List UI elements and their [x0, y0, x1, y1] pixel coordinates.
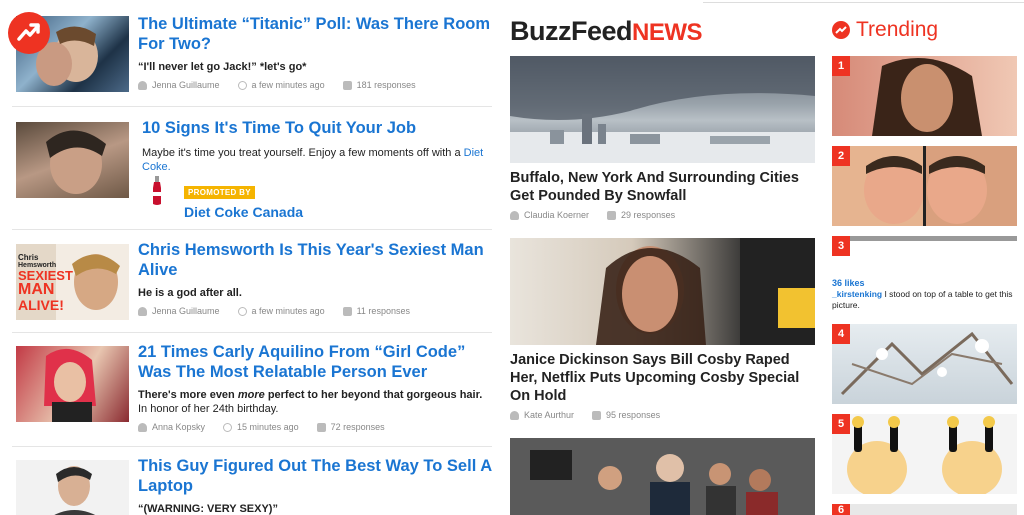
logo-text: BuzzFeed — [510, 16, 633, 46]
story-image[interactable] — [510, 438, 815, 515]
user-icon — [510, 210, 519, 220]
clock-icon — [237, 306, 247, 316]
cover-text: Chris — [18, 253, 39, 262]
promoted-badge: PROMOTED BY — [184, 186, 255, 199]
story-title[interactable]: Janice Dickinson Says Bill Cosby Raped H… — [510, 351, 815, 405]
article-meta: Jenna Guillaume a few minutes ago 11 res… — [138, 306, 492, 316]
article-meta: Jenna Guillaume a few minutes ago 181 re… — [138, 80, 492, 90]
trending-item[interactable]: 6 — [832, 504, 1017, 515]
logo-text-news: NEWS — [632, 19, 703, 46]
author-name[interactable]: Jenna Guillaume — [152, 306, 220, 316]
story-meta: Kate Aurthur 95 responses — [510, 410, 815, 420]
user-icon — [138, 80, 147, 90]
trending-rank: 3 — [832, 236, 850, 256]
trending-header[interactable]: Trending — [832, 18, 938, 42]
divider — [12, 332, 492, 333]
trending-sidebar: Trending 1 2 3 36 likes _kirstenking I s… — [832, 0, 1024, 515]
user-icon — [138, 422, 147, 432]
article-description-emphasis: more — [237, 389, 265, 401]
trending-item[interactable]: 1 — [832, 56, 1017, 136]
trending-rank: 6 — [832, 504, 850, 515]
story-image[interactable] — [510, 56, 815, 163]
response-count[interactable]: 29 responses — [621, 210, 675, 220]
author-name[interactable]: Claudia Koerner — [524, 210, 589, 220]
article-title[interactable]: The Ultimate “Titanic” Poll: Was There R… — [138, 14, 492, 54]
article-description: In honor of her 24th birthday. — [138, 403, 279, 415]
diet-coke-bottle-icon — [153, 176, 161, 205]
instagram-embed[interactable]: 36 likes _kirstenking I stood on top of … — [832, 278, 1024, 311]
news-story[interactable]: Janice Dickinson Says Bill Cosby Raped H… — [510, 238, 815, 420]
cover-text: ALIVE! — [18, 297, 64, 313]
response-count[interactable]: 181 responses — [357, 80, 416, 90]
trending-title: Trending — [856, 18, 939, 41]
divider — [12, 229, 492, 230]
article-title[interactable]: 10 Signs It's Time To Quit Your Job — [142, 118, 492, 138]
article-thumbnail[interactable] — [16, 122, 129, 198]
list-item[interactable]: This Guy Figured Out The Best Way To Sel… — [12, 456, 492, 515]
trending-item[interactable]: 4 — [832, 324, 1017, 404]
trending-rank: 5 — [832, 414, 850, 434]
trending-rank: 1 — [832, 56, 850, 76]
news-column: BuzzFeedNEWS Buffalo, New York And Surro… — [510, 0, 815, 515]
comment-icon — [342, 80, 352, 90]
list-item[interactable]: Chris Hemsworth SEXIEST MAN ALIVE! Chris… — [12, 240, 492, 325]
story-title[interactable]: Buffalo, New York And Surrounding Cities… — [510, 169, 815, 205]
article-description: “I'll never let go Jack!” *let's go* — [138, 61, 307, 73]
cover-text: MAN — [18, 281, 55, 298]
comment-icon — [342, 306, 352, 316]
author-name[interactable]: Kate Aurthur — [524, 410, 574, 420]
article-description: He is a god after all. — [138, 287, 242, 299]
list-item[interactable]: 10 Signs It's Time To Quit Your Job Mayb… — [12, 118, 492, 224]
article-title[interactable]: Chris Hemsworth Is This Year's Sexiest M… — [138, 240, 492, 280]
article-thumbnail[interactable] — [16, 346, 129, 422]
clock-icon — [223, 422, 233, 432]
news-story[interactable] — [510, 438, 815, 515]
timestamp: a few minutes ago — [251, 306, 325, 316]
comment-icon — [592, 410, 602, 420]
user-icon — [138, 306, 147, 316]
user-icon — [510, 410, 519, 420]
list-item[interactable]: 21 Times Carly Aquilino From “Girl Code”… — [12, 342, 492, 442]
response-count[interactable]: 72 responses — [331, 422, 385, 432]
author-name[interactable]: Jenna Guillaume — [152, 80, 220, 90]
trending-item[interactable]: 3 — [832, 236, 1017, 272]
article-description: perfect to her beyond that gorgeous hair… — [267, 389, 483, 401]
likes-count: 36 likes — [832, 278, 865, 288]
article-feed: The Ultimate “Titanic” Poll: Was There R… — [0, 0, 493, 515]
buzzfeed-trending-logo-icon[interactable] — [8, 12, 50, 54]
article-title[interactable]: 21 Times Carly Aquilino From “Girl Code”… — [138, 342, 492, 382]
article-description: There's more even — [138, 389, 235, 401]
timestamp: a few minutes ago — [251, 80, 325, 90]
timestamp: 15 minutes ago — [237, 422, 299, 432]
comment-icon — [316, 422, 326, 432]
article-thumbnail[interactable]: Chris Hemsworth SEXIEST MAN ALIVE! — [16, 244, 129, 320]
article-meta: Anna Kopsky 15 minutes ago 72 responses — [138, 422, 492, 432]
trending-icon — [832, 21, 850, 39]
trending-rank: 2 — [832, 146, 850, 166]
list-item[interactable]: The Ultimate “Titanic” Poll: Was There R… — [12, 14, 492, 102]
buzzfeed-news-logo[interactable]: BuzzFeedNEWS — [510, 16, 703, 47]
comment-icon — [607, 210, 617, 220]
divider — [12, 446, 492, 447]
author-name[interactable]: Anna Kopsky — [152, 422, 205, 432]
news-story[interactable]: Buffalo, New York And Surrounding Cities… — [510, 56, 815, 220]
instagram-user[interactable]: _kirstenking — [832, 289, 882, 299]
response-count[interactable]: 95 responses — [606, 410, 660, 420]
article-description: “(WARNING: VERY SEXY)” — [138, 503, 278, 515]
response-count[interactable]: 11 responses — [357, 306, 410, 316]
article-title[interactable]: This Guy Figured Out The Best Way To Sel… — [138, 456, 492, 496]
story-image[interactable] — [510, 238, 815, 345]
sponsor-name[interactable]: Diet Coke Canada — [184, 204, 303, 220]
article-description: Maybe it's time you treat yourself. Enjo… — [142, 147, 461, 159]
divider — [12, 106, 492, 107]
trending-item[interactable]: 2 — [832, 146, 1017, 226]
trending-rank: 4 — [832, 324, 850, 344]
article-thumbnail[interactable] — [16, 460, 129, 515]
story-meta: Claudia Koerner 29 responses — [510, 210, 815, 220]
trending-item[interactable]: 5 — [832, 414, 1017, 494]
clock-icon — [237, 80, 247, 90]
